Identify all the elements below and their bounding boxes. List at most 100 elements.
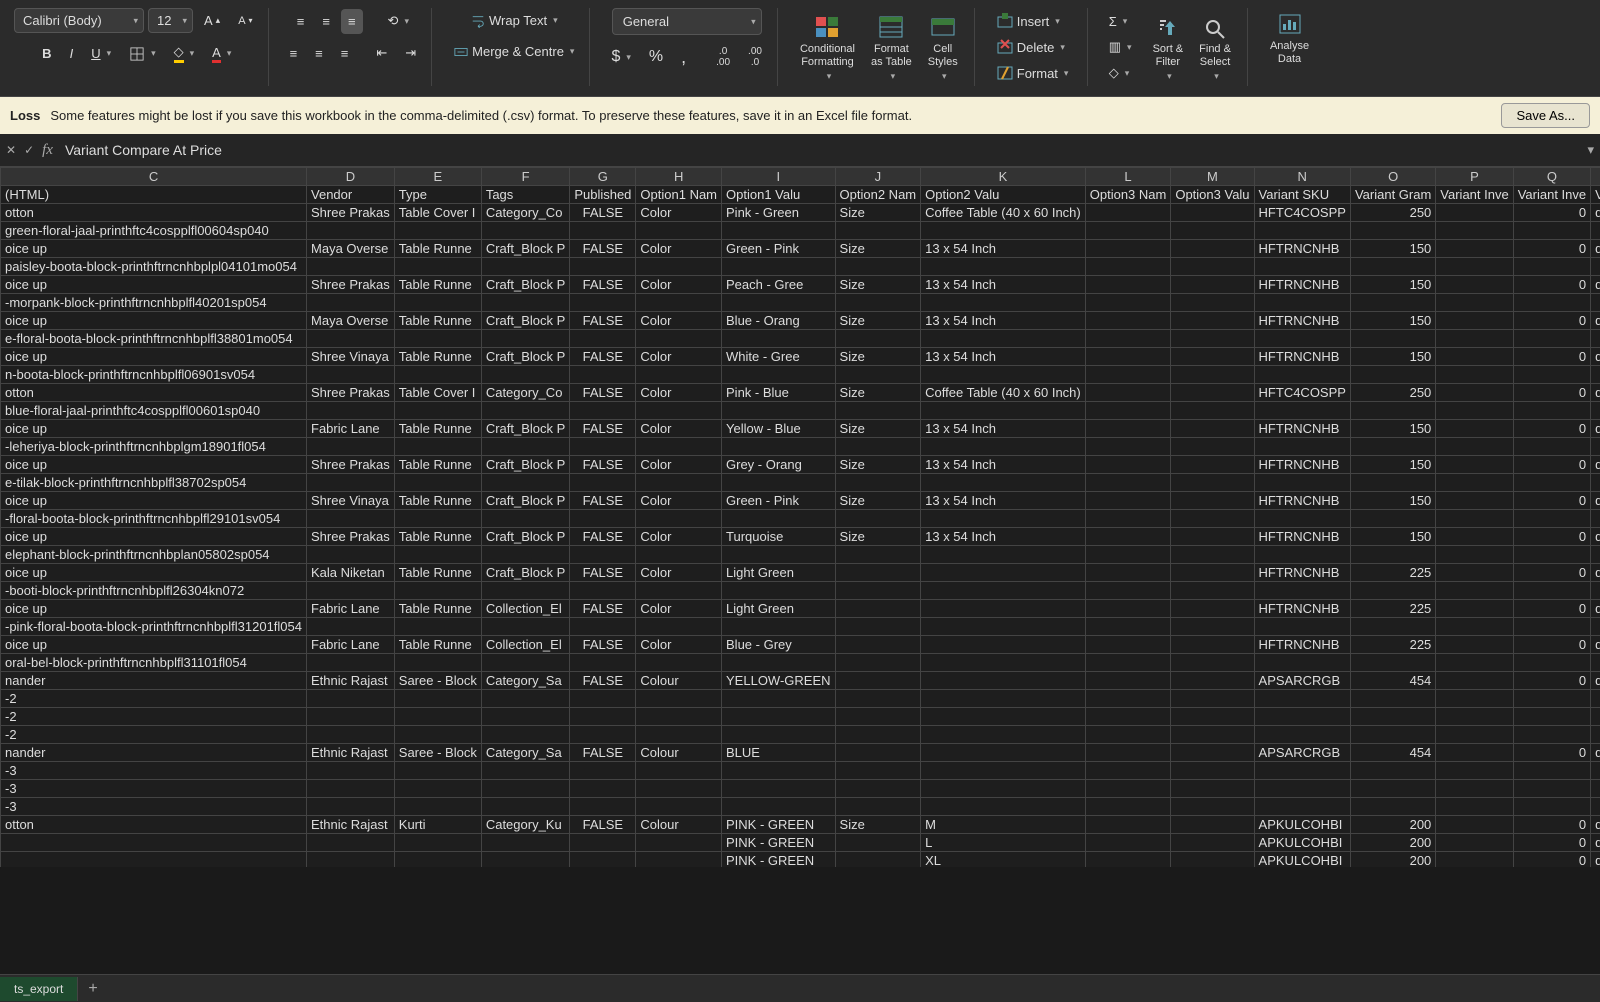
cell[interactable] — [1591, 294, 1600, 312]
cell[interactable]: Size — [835, 204, 921, 222]
cell[interactable]: 150 — [1350, 492, 1435, 510]
cell[interactable] — [1171, 618, 1254, 636]
wrap-text-button[interactable]: Wrap Text — [463, 8, 565, 33]
cell[interactable] — [307, 654, 395, 672]
cell[interactable] — [1171, 276, 1254, 294]
bold-button[interactable]: B — [35, 41, 58, 66]
cell[interactable] — [570, 546, 636, 564]
align-middle-button[interactable]: ≡ — [315, 9, 337, 34]
cell[interactable] — [1513, 780, 1590, 798]
cell[interactable]: 0 — [1513, 564, 1590, 582]
cell[interactable]: Color — [636, 528, 722, 546]
cell[interactable]: Table Runne — [394, 276, 481, 294]
cell[interactable] — [394, 366, 481, 384]
cell[interactable] — [1350, 654, 1435, 672]
cell[interactable]: Turquoise — [722, 528, 836, 546]
cell[interactable] — [570, 366, 636, 384]
cell[interactable] — [722, 294, 836, 312]
cell[interactable]: Shree Prakas — [307, 276, 395, 294]
cell[interactable] — [636, 852, 722, 868]
cell[interactable] — [1436, 726, 1513, 744]
cell[interactable] — [307, 402, 395, 420]
cell[interactable] — [1513, 330, 1590, 348]
cell[interactable] — [636, 780, 722, 798]
cell[interactable] — [570, 294, 636, 312]
cell[interactable] — [722, 690, 836, 708]
cell[interactable]: HFTRNCNHB — [1254, 636, 1350, 654]
cell[interactable] — [921, 762, 1086, 780]
cell[interactable]: FALSE — [570, 564, 636, 582]
cell[interactable] — [921, 618, 1086, 636]
cell[interactable]: FALSE — [570, 600, 636, 618]
cell[interactable] — [835, 510, 921, 528]
align-top-button[interactable]: ≡ — [290, 9, 312, 34]
cell[interactable] — [1436, 294, 1513, 312]
cell[interactable] — [722, 546, 836, 564]
increase-indent-button[interactable]: ⇥ — [398, 40, 423, 66]
cell[interactable] — [835, 618, 921, 636]
cell[interactable]: green-floral-jaal-printhftc4cospplfl0060… — [1, 222, 307, 240]
cell[interactable]: Kala Niketan — [307, 564, 395, 582]
cell[interactable]: n-boota-block-printhftrncnhbplfl06901sv0… — [1, 366, 307, 384]
cell[interactable] — [636, 510, 722, 528]
cell[interactable] — [481, 546, 569, 564]
cell[interactable] — [394, 402, 481, 420]
cell[interactable] — [570, 852, 636, 868]
cell[interactable] — [1436, 258, 1513, 276]
cell[interactable]: 0 — [1513, 456, 1590, 474]
cell[interactable] — [1085, 528, 1171, 546]
cell[interactable]: 0 — [1513, 744, 1590, 762]
cell[interactable] — [1436, 636, 1513, 654]
cell[interactable]: 0 — [1513, 816, 1590, 834]
cell[interactable] — [307, 258, 395, 276]
cell[interactable]: FALSE — [570, 420, 636, 438]
column-header[interactable]: G — [570, 168, 636, 186]
cell[interactable] — [1085, 834, 1171, 852]
cell[interactable] — [1436, 528, 1513, 546]
increase-decimal-button[interactable]: .0.00 — [709, 41, 737, 73]
cell[interactable] — [481, 726, 569, 744]
cell[interactable] — [570, 258, 636, 276]
cell[interactable]: Shree Prakas — [307, 384, 395, 402]
cell[interactable] — [1085, 294, 1171, 312]
cell[interactable]: FALSE — [570, 528, 636, 546]
cell[interactable]: 13 x 54 Inch — [921, 456, 1086, 474]
cell[interactable]: 0 — [1513, 672, 1590, 690]
cell[interactable]: Craft_Block P — [481, 456, 569, 474]
cell[interactable]: FALSE — [570, 240, 636, 258]
cell[interactable]: nander — [1, 672, 307, 690]
header-cell[interactable]: Variant Inve — [1513, 186, 1590, 204]
cell[interactable]: 0 — [1513, 528, 1590, 546]
cell[interactable] — [1254, 780, 1350, 798]
cell[interactable] — [1436, 312, 1513, 330]
cell[interactable] — [1591, 618, 1600, 636]
cell[interactable]: 0 — [1513, 492, 1590, 510]
fill-button[interactable]: ▥ — [1102, 34, 1139, 60]
cell[interactable]: 0 — [1513, 276, 1590, 294]
cell[interactable]: deny — [1591, 672, 1600, 690]
cell[interactable]: 0 — [1513, 204, 1590, 222]
cell[interactable]: M — [921, 816, 1086, 834]
cell[interactable] — [1085, 330, 1171, 348]
column-header[interactable]: J — [835, 168, 921, 186]
cell[interactable] — [835, 546, 921, 564]
cell[interactable]: Color — [636, 492, 722, 510]
cell[interactable] — [722, 510, 836, 528]
cell[interactable]: Table Runne — [394, 240, 481, 258]
cell[interactable]: deny — [1591, 834, 1600, 852]
cell[interactable] — [1436, 276, 1513, 294]
sort-filter-button[interactable]: Sort & Filter — [1145, 13, 1192, 86]
cell[interactable] — [921, 258, 1086, 276]
cell[interactable]: Ethnic Rajast — [307, 744, 395, 762]
cell[interactable]: 200 — [1350, 834, 1435, 852]
cell[interactable] — [1436, 240, 1513, 258]
cell[interactable]: 13 x 54 Inch — [921, 420, 1086, 438]
cell[interactable]: Size — [835, 492, 921, 510]
cell[interactable] — [1254, 690, 1350, 708]
cell[interactable] — [481, 834, 569, 852]
cell[interactable] — [1436, 780, 1513, 798]
cell[interactable] — [1085, 618, 1171, 636]
cell[interactable] — [921, 654, 1086, 672]
cell[interactable] — [1436, 546, 1513, 564]
cell[interactable] — [1254, 582, 1350, 600]
